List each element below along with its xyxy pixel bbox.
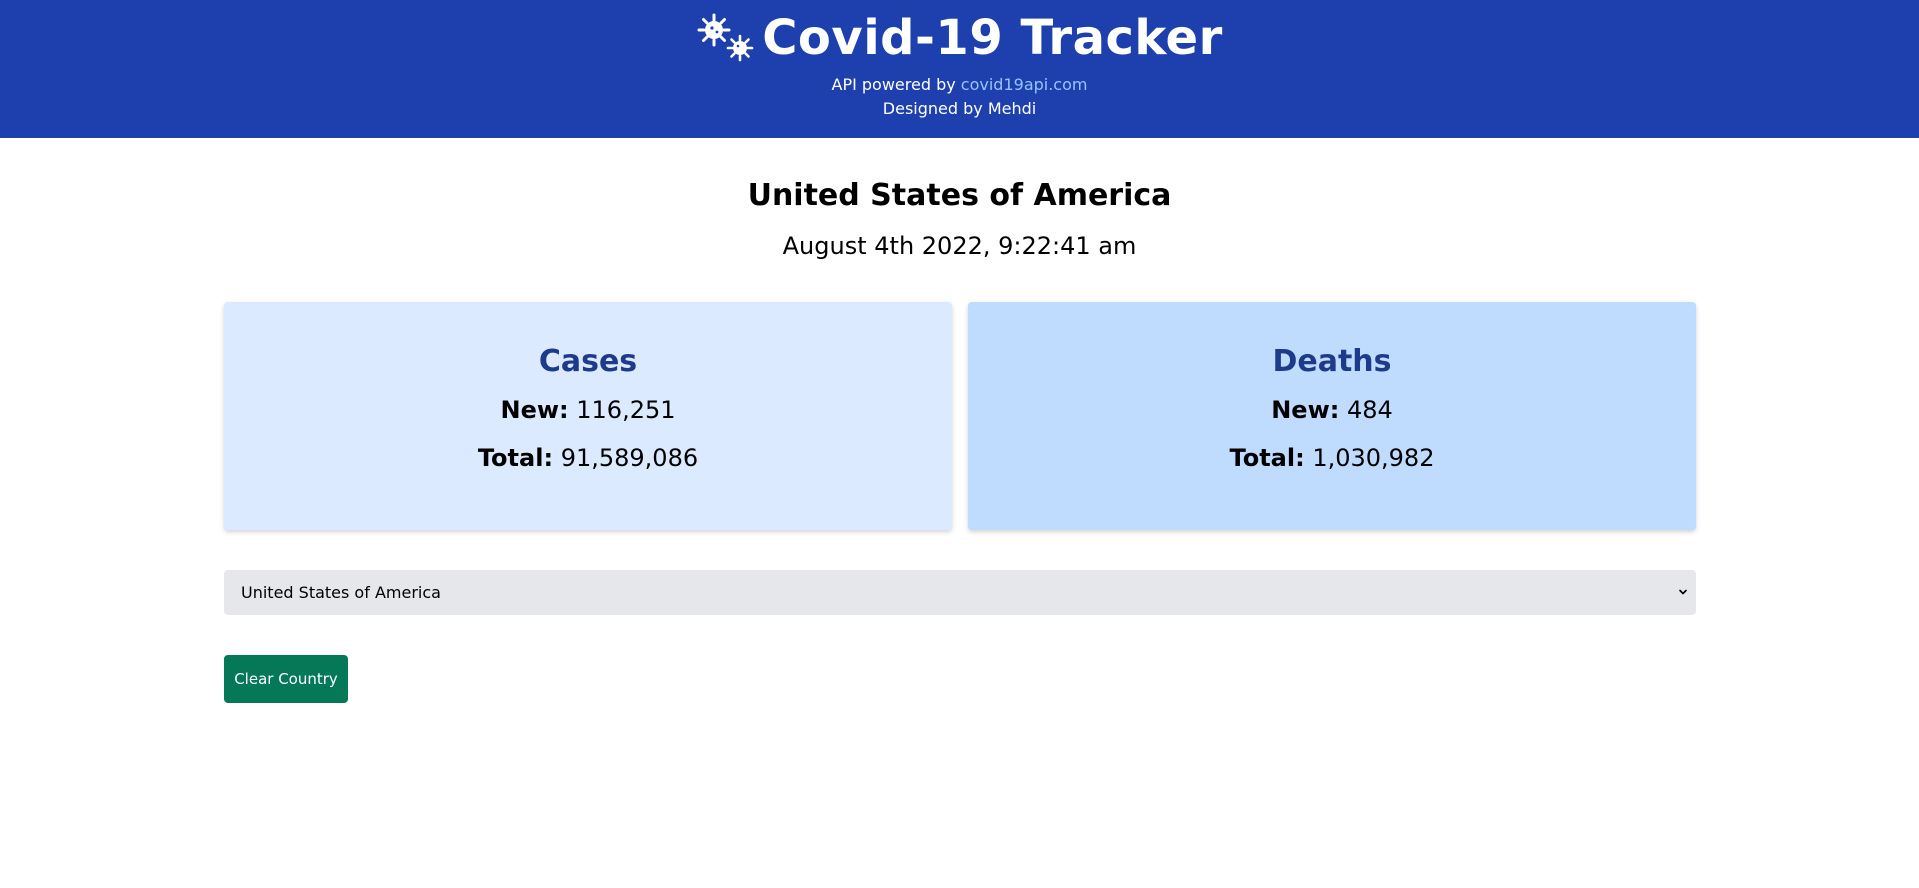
app-title: Covid-19 Tracker bbox=[762, 10, 1223, 66]
app-header: Covid-19 Tracker API powered by covid19a… bbox=[0, 0, 1919, 138]
cases-card-title: Cases bbox=[538, 344, 638, 379]
api-credit: API powered by covid19api.com bbox=[0, 75, 1919, 95]
title-row: Covid-19 Tracker bbox=[0, 10, 1919, 66]
deaths-card: Deaths New: 484 Total: 1,030,982 bbox=[968, 302, 1696, 530]
deaths-total-stat: Total: 1,030,982 bbox=[968, 442, 1696, 474]
country-title: United States of America bbox=[747, 178, 1172, 213]
cases-total-label: Total: bbox=[477, 444, 554, 472]
cases-new-stat: New: 116,251 bbox=[224, 394, 952, 426]
deaths-new-stat: New: 484 bbox=[968, 394, 1696, 426]
deaths-card-title: Deaths bbox=[1272, 344, 1392, 379]
cases-total-value: 91,589,086 bbox=[560, 444, 699, 472]
country-select[interactable]: United States of America bbox=[224, 570, 1696, 615]
date-text: August 4th 2022, 9:22:41 am bbox=[782, 232, 1137, 260]
cases-new-value: 116,251 bbox=[576, 396, 676, 424]
deaths-total-label: Total: bbox=[1229, 444, 1305, 472]
api-link[interactable]: covid19api.com bbox=[961, 75, 1088, 94]
country-select-value: United States of America bbox=[241, 583, 441, 602]
cases-total-stat: Total: 91,589,086 bbox=[224, 442, 952, 474]
cases-new-label: New: bbox=[500, 396, 569, 424]
virus-icon bbox=[697, 13, 754, 62]
deaths-new-label: New: bbox=[1271, 396, 1340, 424]
deaths-new-value: 484 bbox=[1346, 396, 1393, 424]
deaths-total-value: 1,030,982 bbox=[1312, 444, 1435, 472]
cases-card: Cases New: 116,251 Total: 91,589,086 bbox=[224, 302, 952, 530]
designer-credit: Designed by Mehdi bbox=[882, 99, 1037, 118]
clear-country-button[interactable]: Clear Country bbox=[224, 655, 348, 703]
api-credit-prefix: API powered by bbox=[831, 75, 961, 94]
chevron-down-icon bbox=[1679, 589, 1687, 595]
